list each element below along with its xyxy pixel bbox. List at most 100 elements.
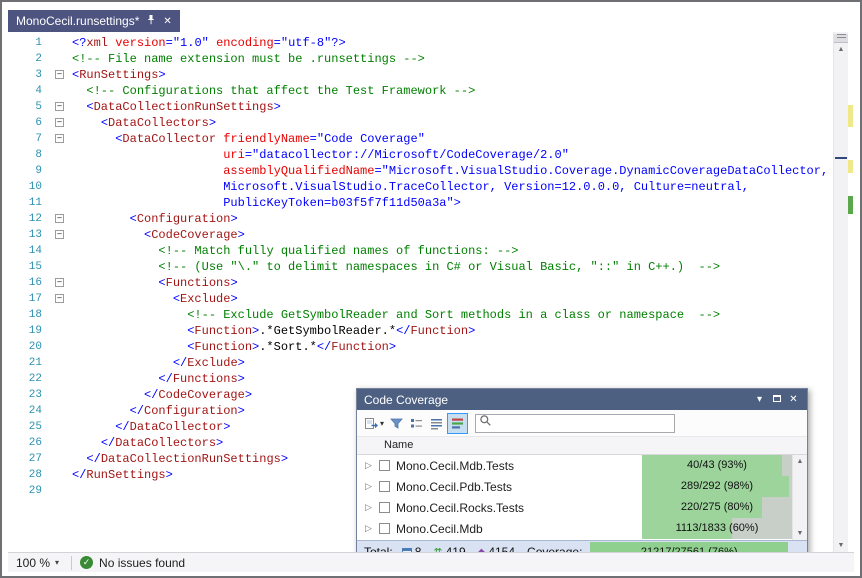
export-dropdown-icon[interactable]: ▾ xyxy=(380,419,384,428)
code-text: <RunSettings> xyxy=(72,67,166,83)
code-text: </DataCollectionRunSettings> xyxy=(72,451,288,467)
code-text: </RunSettings> xyxy=(72,467,173,483)
expand-arrow-icon[interactable]: ▷ xyxy=(362,523,375,534)
line-number: 16 xyxy=(8,275,50,291)
coverage-row[interactable]: ▷ Mono.Cecil.Pdb.Tests 289/292 (98%) xyxy=(357,476,807,497)
line-number: 24 xyxy=(8,403,50,419)
pin-icon[interactable] xyxy=(146,14,156,28)
code-line: 2<!-- File name extension must be .runse… xyxy=(8,51,854,67)
caret-position-mark xyxy=(835,157,847,159)
code-text: <!-- Match fully qualified names of func… xyxy=(72,243,518,259)
search-icon xyxy=(479,414,492,432)
coverage-search-input[interactable] xyxy=(492,416,674,431)
coverage-item-name: Mono.Cecil.Mdb.Tests xyxy=(396,459,642,473)
line-number: 8 xyxy=(8,147,50,163)
panel-scrollbar[interactable]: ▲ ▼ xyxy=(792,455,807,540)
coverage-percent-cell: 1113/1833 (60%) xyxy=(642,518,792,539)
code-text: <!-- File name extension must be .runset… xyxy=(72,51,425,67)
line-number: 5 xyxy=(8,99,50,115)
panel-title: Code Coverage xyxy=(364,393,751,407)
fold-margin: – xyxy=(50,131,72,147)
line-number: 29 xyxy=(8,483,50,499)
code-line: 17– <Exclude> xyxy=(8,291,854,307)
fold-margin: – xyxy=(50,115,72,131)
code-line: 1<?xml version="1.0" encoding="utf-8"?> xyxy=(8,35,854,51)
tab-close-icon[interactable]: ✕ xyxy=(163,16,171,27)
panel-title-bar[interactable]: Code Coverage ▾ ✕ xyxy=(357,389,807,410)
scroll-up-icon[interactable]: ▲ xyxy=(834,43,848,56)
coverage-percent-cell: 220/275 (80%) xyxy=(642,497,792,518)
fold-collapse-toggle[interactable]: – xyxy=(55,214,64,223)
fold-collapse-toggle[interactable]: – xyxy=(55,230,64,239)
code-text: <Function>.*Sort.*</Function> xyxy=(72,339,396,355)
group-by-button[interactable] xyxy=(407,413,426,434)
line-number: 6 xyxy=(8,115,50,131)
splitter-handle-icon[interactable] xyxy=(834,34,848,43)
document-health-text[interactable]: No issues found xyxy=(99,556,185,570)
close-icon[interactable]: ✕ xyxy=(785,389,802,410)
fold-margin xyxy=(50,35,72,51)
code-text: <!-- (Use "\." to delimit namespaces in … xyxy=(72,259,720,275)
coverage-coloring-toggle-button[interactable] xyxy=(447,413,468,434)
fold-margin xyxy=(50,467,72,483)
method-count: 419 xyxy=(446,545,466,552)
code-text: </Configuration> xyxy=(72,403,245,419)
fold-collapse-toggle[interactable]: – xyxy=(55,102,64,111)
code-line: 9 assemblyQualifiedName="Microsoft.Visua… xyxy=(8,163,854,179)
name-column-header[interactable]: Name xyxy=(357,437,807,455)
coverage-row[interactable]: ▷ Mono.Cecil.Rocks.Tests 220/275 (80%) xyxy=(357,497,807,518)
code-text: <!-- Exclude GetSymbolReader and Sort me… xyxy=(72,307,720,323)
fold-collapse-toggle[interactable]: – xyxy=(55,118,64,127)
fold-margin xyxy=(50,419,72,435)
expand-arrow-icon[interactable]: ▷ xyxy=(362,460,375,471)
code-line: 21 </Exclude> xyxy=(8,355,854,371)
line-number: 27 xyxy=(8,451,50,467)
fold-margin: – xyxy=(50,291,72,307)
code-line: 18 <!-- Exclude GetSymbolReader and Sort… xyxy=(8,307,854,323)
document-tab[interactable]: MonoCecil.runsettings* ✕ xyxy=(8,10,180,32)
coverage-row[interactable]: ▷ Mono.Cecil.Mdb.Tests 40/43 (93%) xyxy=(357,455,807,476)
code-line: 22 </Functions> xyxy=(8,371,854,387)
fold-margin xyxy=(50,259,72,275)
saved-change-annotation xyxy=(848,196,853,214)
fold-collapse-toggle[interactable]: – xyxy=(55,134,64,143)
vertical-scrollbar[interactable]: ▲ ▼ xyxy=(833,32,848,552)
expand-arrow-icon[interactable]: ▷ xyxy=(362,502,375,513)
expand-arrow-icon[interactable]: ▷ xyxy=(362,481,375,492)
fold-margin xyxy=(50,147,72,163)
code-text: </DataCollector> xyxy=(72,419,230,435)
fold-collapse-toggle[interactable]: – xyxy=(55,294,64,303)
vs-editor-window: MonoCecil.runsettings* ✕ 1<?xml version=… xyxy=(0,0,862,578)
panel-scroll-down-icon[interactable]: ▼ xyxy=(793,527,807,540)
status-separator xyxy=(71,556,72,570)
fold-margin xyxy=(50,83,72,99)
show-columns-button[interactable] xyxy=(427,413,446,434)
scroll-down-icon[interactable]: ▼ xyxy=(834,539,848,552)
panel-scroll-up-icon[interactable]: ▲ xyxy=(793,455,807,468)
export-results-button[interactable]: ▾ xyxy=(362,413,386,434)
maximize-icon[interactable] xyxy=(768,389,785,410)
coverage-row[interactable]: ▷ Mono.Cecil.Mdb 1113/1833 (60%) xyxy=(357,518,807,539)
fold-collapse-toggle[interactable]: – xyxy=(55,278,64,287)
window-position-icon[interactable]: ▾ xyxy=(751,389,768,410)
line-number: 28 xyxy=(8,467,50,483)
code-text: <Function>.*GetSymbolReader.*</Function> xyxy=(72,323,475,339)
module-count-icon xyxy=(402,548,412,553)
zoom-dropdown-icon[interactable]: ▾ xyxy=(55,558,59,567)
fold-margin: – xyxy=(50,227,72,243)
fold-margin xyxy=(50,163,72,179)
module-count: 8 xyxy=(415,545,422,552)
code-editor[interactable]: 1<?xml version="1.0" encoding="utf-8"?>2… xyxy=(8,32,854,552)
coverage-results-list: ▷ Mono.Cecil.Mdb.Tests 40/43 (93%) ▷ Mon… xyxy=(357,455,807,540)
health-check-icon: ✓ xyxy=(80,556,93,569)
filter-button[interactable] xyxy=(387,413,406,434)
code-text: <Functions> xyxy=(72,275,238,291)
code-line: 15 <!-- (Use "\." to delimit namespaces … xyxy=(8,259,854,275)
assembly-icon xyxy=(379,502,390,513)
fold-margin xyxy=(50,451,72,467)
block-count: 4154 xyxy=(488,545,515,552)
code-line: 13– <CodeCoverage> xyxy=(8,227,854,243)
fold-collapse-toggle[interactable]: – xyxy=(55,70,64,79)
code-text: </Exclude> xyxy=(72,355,245,371)
zoom-control[interactable]: 100 % ▾ xyxy=(8,553,63,572)
